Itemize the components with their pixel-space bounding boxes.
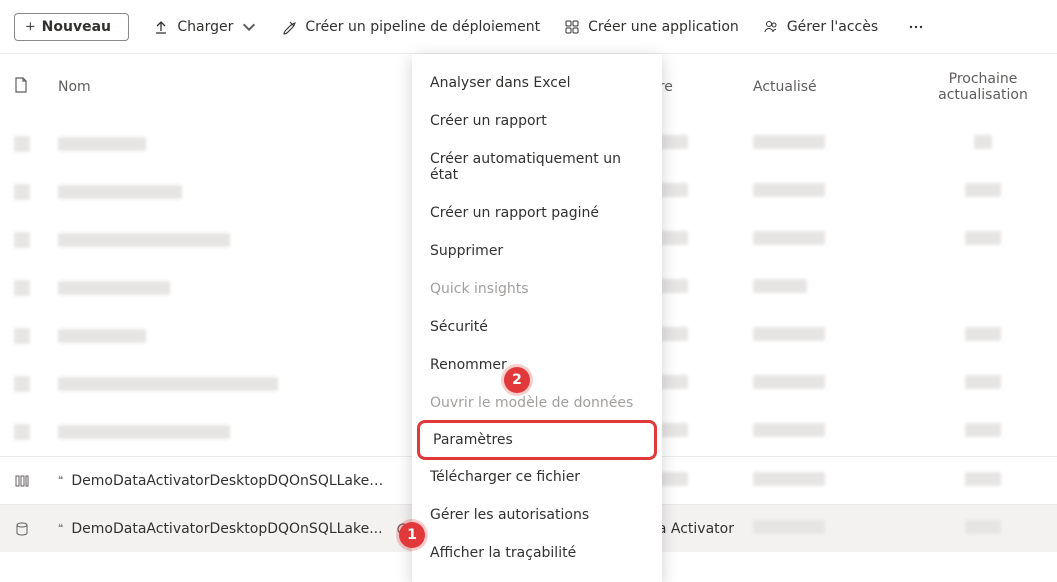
plus-icon — [25, 21, 36, 32]
item-name: DemoDataActivatorDesktopDQOnSQLLakehouse — [71, 473, 391, 489]
menu-item-afficher-la-tra-abilit-[interactable]: Afficher la traçabilité — [412, 534, 662, 572]
upload-icon — [153, 19, 169, 35]
menu-item-analyser-dans-excel[interactable]: Analyser dans Excel — [412, 64, 662, 102]
quote-icon: ❝ — [58, 523, 63, 534]
annotation-badge-2: 2 — [504, 367, 530, 393]
create-pipeline-label: Créer un pipeline de déploiement — [305, 19, 540, 35]
upload-label: Charger — [177, 19, 233, 35]
chevron-down-icon — [241, 19, 257, 35]
new-button-label: Nouveau — [42, 19, 111, 35]
file-icon — [14, 77, 28, 93]
toolbar-more-button[interactable] — [902, 15, 930, 39]
menu-item-renommer[interactable]: Renommer — [412, 346, 662, 384]
create-app-button[interactable]: Créer une application — [564, 19, 739, 35]
upload-button[interactable]: Charger — [153, 19, 257, 35]
menu-item-param-tres[interactable]: Paramètres — [417, 420, 657, 460]
column-next-refresh-header[interactable]: Prochaine actualisation — [923, 71, 1043, 103]
menu-item-g-rer-les-autorisations[interactable]: Gérer les autorisations — [412, 496, 662, 534]
context-menu: Analyser dans ExcelCréer un rapportCréer… — [412, 54, 662, 582]
manage-access-label: Gérer l'accès — [787, 19, 878, 35]
chevron-down-icon — [117, 21, 118, 33]
menu-item-quick-insights: Quick insights — [412, 270, 662, 308]
workspace-toolbar: Nouveau Charger Créer un pipeline de dép… — [0, 0, 1057, 54]
create-app-label: Créer une application — [588, 19, 739, 35]
column-refreshed-header[interactable]: Actualisé — [753, 79, 923, 95]
annotation-badge-1: 1 — [399, 522, 425, 548]
new-button[interactable]: Nouveau — [14, 13, 129, 41]
lakehouse-icon — [14, 473, 30, 489]
rocket-icon — [281, 19, 297, 35]
more-horizontal-icon — [908, 19, 924, 35]
create-pipeline-button[interactable]: Créer un pipeline de déploiement — [281, 19, 540, 35]
people-icon — [763, 19, 779, 35]
menu-item-supprimer[interactable]: Supprimer — [412, 232, 662, 270]
quote-icon: ❝ — [58, 475, 63, 486]
menu-item-t-l-charger-ce-fichier[interactable]: Télécharger ce fichier — [412, 458, 662, 496]
menu-item-ouvrir-le-mod-le-de-donn-es: Ouvrir le modèle de données — [412, 384, 662, 422]
column-name-header[interactable]: Nom — [58, 79, 473, 95]
menu-item-cr-er-un-rapport-pagin-[interactable]: Créer un rapport paginé — [412, 194, 662, 232]
column-icon-header — [14, 77, 58, 97]
app-icon — [564, 19, 580, 35]
item-name: DemoDataActivatorDesktopDQOnSQLLake... — [71, 521, 382, 537]
dataset-icon — [14, 521, 30, 537]
manage-access-button[interactable]: Gérer l'accès — [763, 19, 878, 35]
menu-item-cr-er-automatiquement-un-tat[interactable]: Créer automatiquement un état — [412, 140, 662, 194]
menu-item-cr-er-un-rapport[interactable]: Créer un rapport — [412, 102, 662, 140]
menu-item-s-curit-[interactable]: Sécurité — [412, 308, 662, 346]
